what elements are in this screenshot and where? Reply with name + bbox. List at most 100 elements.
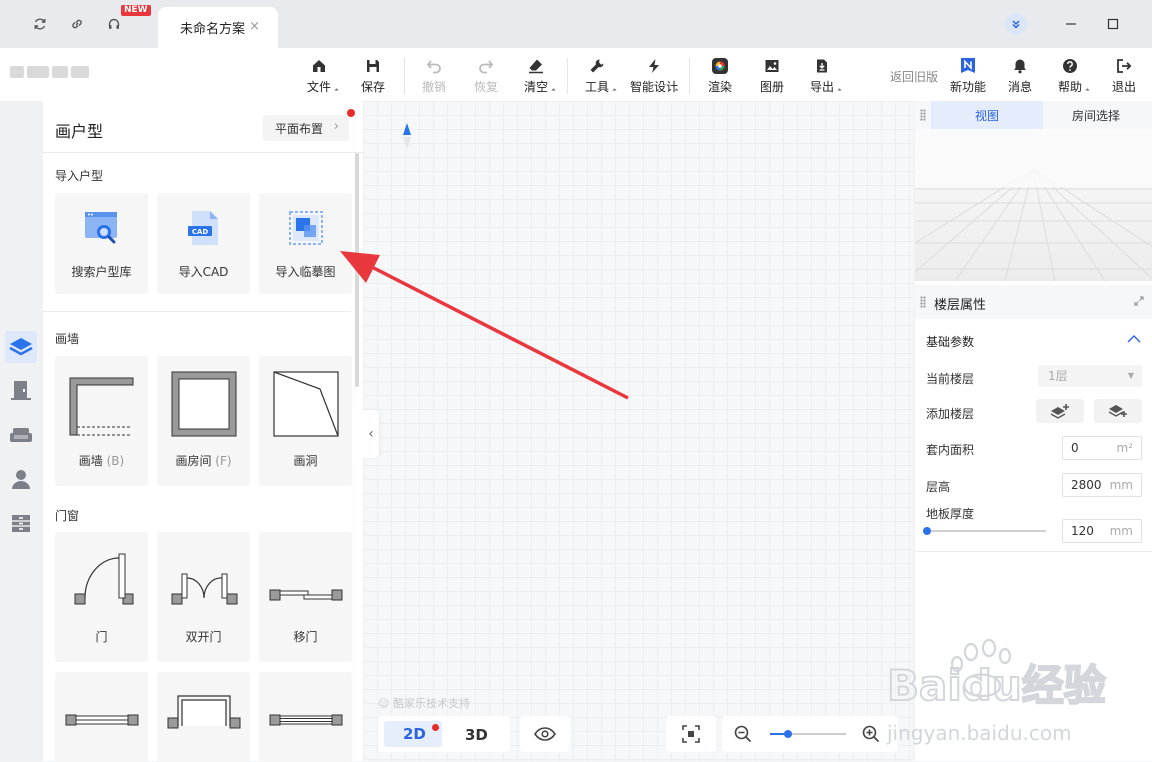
sofa-icon[interactable]	[5, 419, 37, 451]
floor-height-value: 2800	[1071, 478, 1102, 492]
tab-view[interactable]: 视图	[931, 101, 1043, 129]
view-3d-button[interactable]: 3D	[465, 726, 488, 744]
zoom-slider-knob[interactable]	[784, 730, 793, 738]
window-icon	[55, 672, 148, 742]
drag-handle-icon[interactable]	[920, 109, 926, 121]
clear-button[interactable]: 清空	[511, 56, 561, 96]
new-feature-button[interactable]: 新功能	[943, 56, 993, 96]
import-trace-image-card[interactable]: 导入临摹图	[259, 193, 352, 294]
tools-button[interactable]: 工具	[572, 56, 622, 96]
card-label: 门	[95, 630, 108, 644]
drag-handle-icon[interactable]	[920, 296, 926, 308]
card-label: 画洞	[293, 454, 318, 468]
bay-window-card[interactable]	[157, 672, 250, 762]
floor-height-input[interactable]: 2800 mm	[1062, 473, 1142, 497]
add-floor-label: 添加楼层	[926, 407, 975, 421]
section-door-window: 门窗	[55, 509, 80, 523]
plan-layout-button[interactable]: 平面布置 ›	[263, 115, 349, 141]
tab-room-select[interactable]: 房间选择	[1040, 101, 1152, 129]
minimize-icon[interactable]	[1060, 13, 1082, 35]
current-floor-value: 1层	[1048, 369, 1068, 383]
visibility-button[interactable]	[520, 716, 570, 752]
album-button[interactable]: 图册	[747, 56, 797, 96]
toolbar-divider	[689, 58, 690, 94]
basic-params-title[interactable]: 基础参数	[926, 333, 974, 350]
zoom-slider[interactable]	[770, 730, 846, 738]
door-icon[interactable]	[5, 374, 37, 406]
quit-button[interactable]: 退出	[1099, 56, 1149, 96]
chevrons-down-icon[interactable]	[1005, 13, 1027, 35]
toolbar-divider	[567, 58, 568, 94]
triple-window-icon	[259, 672, 352, 742]
door-card[interactable]: 门	[55, 532, 148, 662]
add-floor-below-button[interactable]	[1094, 399, 1142, 423]
back-to-old-version-link[interactable]: 返回旧版	[890, 68, 938, 85]
double-door-card[interactable]: 双开门	[157, 532, 250, 662]
trace-image-icon	[259, 193, 352, 263]
user-icon[interactable]	[5, 463, 37, 495]
expand-icon[interactable]	[1134, 295, 1144, 309]
undo-button[interactable]: 撤销	[409, 56, 459, 96]
floor-thickness-input[interactable]: 120 mm	[1062, 519, 1142, 543]
chevron-up-icon[interactable]	[1127, 333, 1141, 347]
notification-dot	[432, 724, 439, 731]
help-button[interactable]: 帮助	[1045, 56, 1095, 96]
zoom-in-icon[interactable]	[862, 725, 880, 746]
collapse-panel-button[interactable]: ‹	[363, 410, 379, 458]
smart-design-label: 智能设计	[629, 80, 678, 94]
render-button[interactable]: 渲染	[695, 56, 745, 96]
left-rail	[0, 101, 43, 761]
close-tab-icon[interactable]: ×	[249, 19, 260, 34]
unit-label: m²	[1116, 441, 1134, 455]
logout-icon	[1114, 56, 1134, 76]
window-card[interactable]	[55, 672, 148, 762]
search-floorplan-library-card[interactable]: 搜索户型库	[55, 193, 148, 294]
headset-icon[interactable]	[104, 14, 124, 34]
current-floor-select[interactable]: 1层 ▼	[1038, 365, 1142, 387]
triple-window-card[interactable]	[259, 672, 352, 762]
zoom-control	[722, 716, 898, 752]
file-button[interactable]: 文件	[294, 56, 344, 96]
album-label: 图册	[759, 80, 784, 94]
maximize-icon[interactable]	[1102, 13, 1124, 35]
section-wall: 画墙	[55, 332, 80, 346]
tab-untitled-plan[interactable]: 未命名方案 ×	[158, 7, 278, 48]
new-feature-label: 新功能	[949, 80, 986, 94]
plan-layout-label: 平面布置	[275, 121, 324, 136]
messages-button[interactable]: 消息	[995, 56, 1045, 96]
refresh-icon[interactable]	[30, 14, 50, 34]
draw-wall-card[interactable]: 画墙 (B)	[55, 356, 148, 486]
link-icon[interactable]	[67, 14, 87, 34]
save-button[interactable]: 保存	[348, 56, 398, 96]
undo-label: 撤销	[421, 80, 446, 94]
fit-view-button[interactable]	[666, 716, 716, 752]
floor-thickness-slider[interactable]	[923, 527, 1046, 535]
card-label: 画墙 (B)	[79, 452, 124, 469]
3d-preview[interactable]	[915, 129, 1152, 281]
render-icon	[710, 56, 730, 76]
export-button[interactable]: 导出	[797, 56, 847, 96]
import-cad-card[interactable]: CAD 导入CAD	[157, 193, 250, 294]
design-canvas[interactable]	[363, 101, 913, 761]
title-bar: NEW 未命名方案 ×	[0, 0, 1152, 48]
sliding-door-card[interactable]: 移门	[259, 532, 352, 662]
draw-hole-icon	[259, 356, 352, 452]
properties-panel: 视图 房间选择 楼层属性 基础参数 当前楼层 1层 ▼ 添加楼层 套内面积 0 m²	[915, 101, 1152, 761]
compass-icon	[401, 122, 413, 153]
inner-area-input[interactable]: 0 m²	[1062, 436, 1142, 460]
draw-room-card[interactable]: 画房间 (F)	[157, 356, 250, 486]
add-floor-above-button[interactable]	[1036, 399, 1084, 423]
home-file-icon	[309, 56, 329, 76]
redo-icon	[476, 56, 496, 76]
redo-button[interactable]: 恢复	[461, 56, 511, 96]
floor-properties-title: 楼层属性	[934, 298, 987, 313]
floor-thickness-knob[interactable]	[923, 527, 931, 535]
draw-wall-icon	[55, 356, 148, 452]
floorplan-layer-icon[interactable]	[5, 331, 37, 363]
zoom-out-icon[interactable]	[734, 725, 752, 746]
view-2d-button[interactable]: 2D	[384, 721, 442, 747]
panel-scrollbar[interactable]	[355, 153, 359, 387]
cabinet-icon[interactable]	[5, 507, 37, 539]
draw-hole-card[interactable]: 画洞	[259, 356, 352, 486]
smart-design-button[interactable]: 智能设计	[624, 56, 684, 96]
